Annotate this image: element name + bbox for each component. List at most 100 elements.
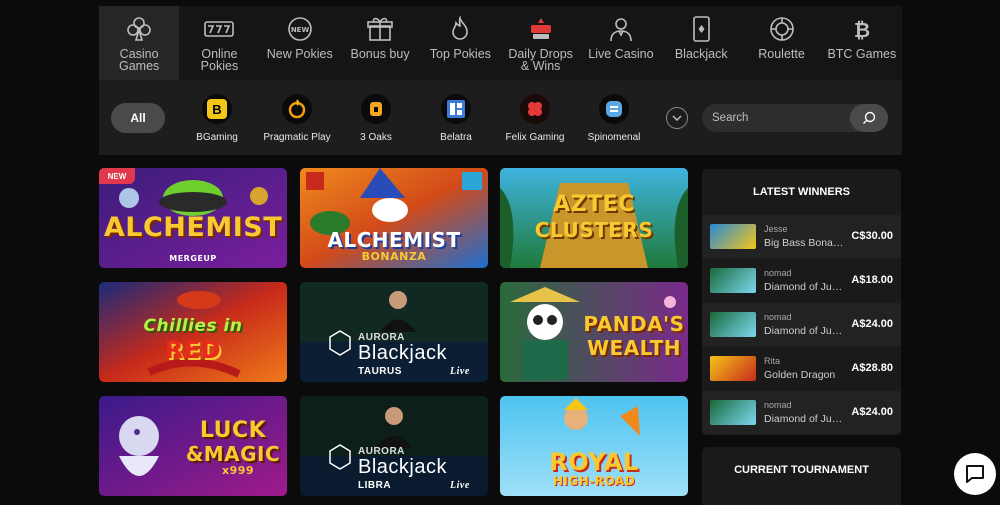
live-chat-button[interactable] xyxy=(954,453,996,495)
winner-amount: A$24.00 xyxy=(851,318,893,330)
game-tile-aurora-blackjack-taurus[interactable]: AURORA Blackjack TAURUS Live xyxy=(300,282,488,382)
chevron-down-icon xyxy=(672,115,682,121)
latest-winners-panel: LATEST WINNERS Jesse Big Bass Bonanza C$… xyxy=(702,169,901,435)
spinomenal-logo-icon xyxy=(599,94,629,124)
gift-icon xyxy=(367,17,393,41)
category-casino-games[interactable]: Casino Games xyxy=(99,6,180,80)
belatra-logo-icon xyxy=(441,94,471,124)
game-title: ALCHEMIST xyxy=(103,212,283,243)
game-subtitle: CLUSTERS xyxy=(534,218,654,242)
provider-name: Pragmatic Play xyxy=(263,132,331,143)
game-tile-aztec-clusters[interactable]: AZTEC CLUSTERS xyxy=(500,168,688,268)
category-label: BTC Games xyxy=(827,47,897,61)
winner-amount: A$28.80 xyxy=(851,362,893,374)
category-label: New Pokies xyxy=(266,47,333,61)
new-badge: NEW xyxy=(99,168,135,184)
game-tile-alchemist-mergeup[interactable]: NEW ALCHEMIST MERGEUP xyxy=(99,168,287,268)
category-roulette[interactable]: Roulette xyxy=(741,6,821,80)
winner-username: nomad xyxy=(764,312,792,322)
bgaming-logo-letter: B xyxy=(207,99,227,119)
drops-wins-icon xyxy=(530,18,551,39)
category-label: Live Casino xyxy=(588,47,654,61)
filter-all-button[interactable]: All xyxy=(111,103,165,133)
winner-game-thumbnail xyxy=(710,400,756,425)
game-tile-pandas-wealth[interactable]: PANDA'S WEALTH xyxy=(500,282,688,382)
search-button[interactable] xyxy=(850,104,888,132)
category-label: Casino Games xyxy=(118,47,160,73)
category-blackjack[interactable]: Blackjack xyxy=(661,6,741,80)
winner-row[interactable]: Jesse Big Bass Bonanza C$30.00 xyxy=(702,215,901,258)
provider-name: Spinomenal xyxy=(587,132,641,143)
game-title: ROYAL xyxy=(549,448,639,476)
provider-name: BGaming xyxy=(196,132,238,143)
winner-row[interactable]: nomad Diamond of Jungle A$24.00 xyxy=(702,391,901,434)
category-daily-drops-wins[interactable]: Daily Drops & Wins xyxy=(500,6,580,80)
winner-game-name: Diamond of Jungle xyxy=(764,413,848,425)
provider-name: Belatra xyxy=(440,132,472,143)
category-live-casino[interactable]: Live Casino xyxy=(581,6,661,80)
current-tournament-panel: CURRENT TOURNAMENT xyxy=(702,447,901,505)
game-subtitle: BONANZA xyxy=(361,250,427,263)
dealer-icon xyxy=(610,18,632,42)
search-input[interactable] xyxy=(712,104,842,132)
playing-card-icon xyxy=(693,16,711,42)
game-tile-alchemist-bonanza[interactable]: ALCHEMIST BONANZA xyxy=(300,168,488,268)
game-title: PANDA'S xyxy=(583,312,685,336)
more-providers-button[interactable] xyxy=(666,107,688,129)
provider-spinomenal[interactable]: Spinomenal xyxy=(569,94,659,143)
winner-username: nomad xyxy=(764,268,792,278)
winner-game-thumbnail xyxy=(710,312,756,337)
winner-game-name: Golden Dragon xyxy=(764,369,836,381)
roulette-icon xyxy=(769,17,794,41)
category-nav: Casino Games Online Pokies NEW New Pokie… xyxy=(99,6,902,80)
winner-row[interactable]: Rita Golden Dragon A$28.80 xyxy=(702,347,901,390)
provider-name: 3 Oaks xyxy=(360,132,392,143)
game-subtitle: MERGEUP xyxy=(169,254,217,263)
svg-text:₿: ₿ xyxy=(854,18,870,42)
game-tile-royal-high-road[interactable]: ROYAL HIGH-ROAD xyxy=(500,396,688,496)
category-label: Roulette xyxy=(758,47,805,61)
category-label: Blackjack xyxy=(674,47,728,61)
provider-felix-gaming[interactable]: Felix Gaming xyxy=(490,94,580,143)
bgaming-logo-icon: B xyxy=(202,94,232,124)
winner-amount: C$30.00 xyxy=(851,230,893,242)
winner-row[interactable]: nomad Diamond of Jungle A$18.00 xyxy=(702,259,901,302)
provider-belatra[interactable]: Belatra xyxy=(411,94,501,143)
new-badge-icon: NEW xyxy=(287,17,312,41)
bitcoin-icon: ₿ xyxy=(854,18,870,42)
category-bonus-buy[interactable]: Bonus buy xyxy=(340,6,420,80)
winner-game-name: Diamond of Jungle xyxy=(764,325,848,337)
game-subtitle: x999 xyxy=(221,464,255,477)
felix-gaming-logo-icon xyxy=(520,94,550,124)
game-title: Blackjack xyxy=(358,342,447,364)
current-tournament-title: CURRENT TOURNAMENT xyxy=(734,464,869,476)
category-top-pokies[interactable]: Top Pokies xyxy=(420,6,500,80)
category-new-pokies[interactable]: NEW New Pokies xyxy=(260,6,340,80)
game-tile-aurora-blackjack-libra[interactable]: AURORA Blackjack LIBRA Live xyxy=(300,396,488,496)
provider-pragmatic-play[interactable]: Pragmatic Play xyxy=(252,94,342,143)
game-title: AZTEC xyxy=(553,192,635,217)
winner-game-thumbnail xyxy=(710,224,756,249)
pragmatic-play-logo-icon xyxy=(282,94,312,124)
provider-3-oaks[interactable]: 3 Oaks xyxy=(331,94,421,143)
game-tile-luck-and-magic[interactable]: LUCK &MAGIC x999 xyxy=(99,396,287,496)
game-title: Blackjack xyxy=(358,456,447,478)
game-overline: &MAGIC xyxy=(185,442,281,466)
category-online-pokies[interactable]: Online Pokies xyxy=(179,6,259,80)
winner-amount: A$18.00 xyxy=(851,274,893,286)
game-tile-chillies-in-red[interactable]: Chillies in RED xyxy=(99,282,287,382)
winner-amount: A$24.00 xyxy=(851,406,893,418)
flame-icon xyxy=(452,16,469,40)
clubs-icon xyxy=(127,17,151,41)
category-btc-games[interactable]: ₿ BTC Games xyxy=(822,6,902,80)
category-label: Daily Drops & Wins xyxy=(508,47,573,73)
winner-game-name: Diamond of Jungle xyxy=(764,281,848,293)
winner-row[interactable]: nomad Diamond of Jungle A$24.00 xyxy=(702,303,901,346)
search-icon xyxy=(863,111,876,124)
winner-username: nomad xyxy=(764,400,792,410)
live-tag: Live xyxy=(450,480,470,491)
live-tag: Live xyxy=(450,366,470,377)
provider-bgaming[interactable]: B BGaming xyxy=(172,94,262,143)
game-title: LUCK xyxy=(199,418,267,443)
search-box xyxy=(702,104,888,132)
